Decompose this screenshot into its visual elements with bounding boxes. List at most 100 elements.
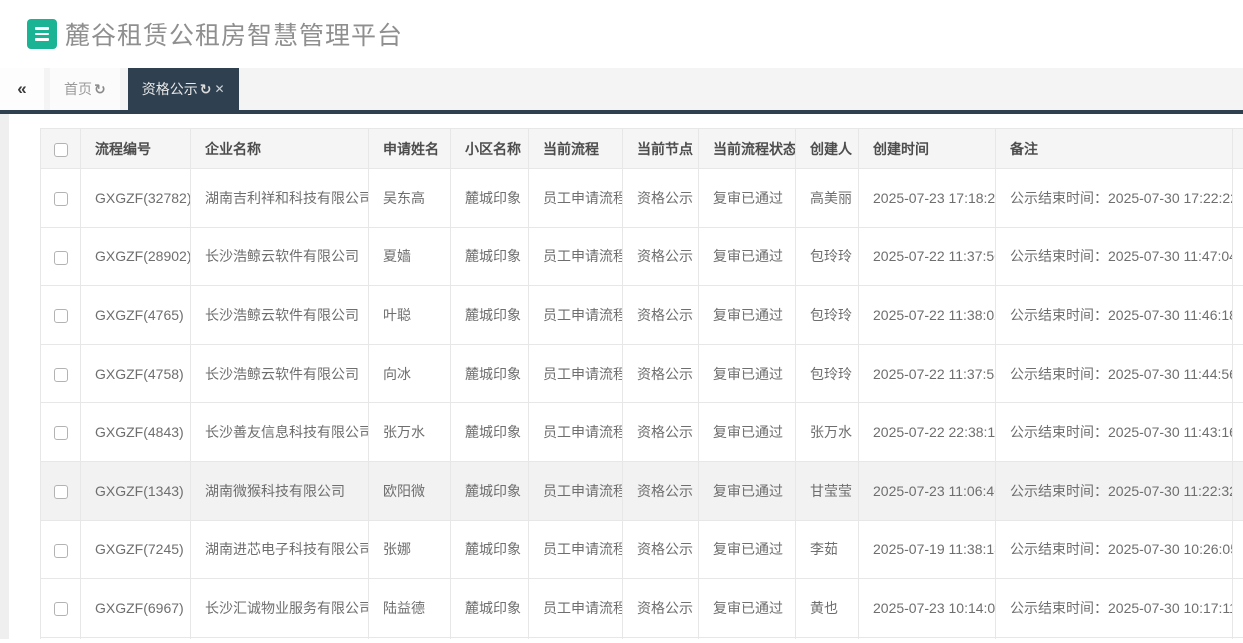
row-checkbox[interactable] [53, 426, 68, 441]
cell-empty [450, 636, 529, 639]
tab-qualification-publicity[interactable]: 资格公示 ↻ ✕ [127, 68, 239, 110]
cell-company: 长沙善友信息科技有限公司 [190, 402, 369, 462]
row-checkbox[interactable] [53, 543, 68, 558]
row-select-cell [40, 460, 81, 521]
cell-empty [795, 636, 859, 639]
cell-process: 员工申请流程 [528, 578, 623, 638]
cell-created: 2025-07-19 11:38:13 [858, 519, 996, 580]
cell-community: 麓城印象 [450, 285, 529, 345]
cell-process: 员工申请流程 [528, 460, 623, 521]
data-table-container: 流程编号 企业名称 申请姓名 小区名称 当前流程 当前节点 当前流程状态 创建人 创建时间 备注 … [40, 128, 1243, 639]
cell-empty [528, 636, 623, 639]
cell-empty [190, 636, 369, 639]
cell-applicant: 陆益德 [368, 578, 451, 638]
cell-cutoff [1232, 226, 1243, 287]
cell-creator: 张万水 [795, 402, 859, 462]
double-chevron-left-icon[interactable]: « [0, 68, 44, 110]
cell-process: 员工申请流程 [528, 519, 623, 580]
column-header-cutoff [1232, 128, 1243, 169]
table-row[interactable]: GXGZF(4843) 长沙善友信息科技有限公司 张万水 麓城印象 员工申请流程 资格公示… [40, 402, 1243, 462]
cell-process: 员工申请流程 [528, 343, 623, 404]
row-checkbox[interactable] [53, 484, 68, 499]
cell-cutoff [1232, 460, 1243, 521]
cell-node: 资格公示 [622, 460, 699, 521]
cell-node: 资格公示 [622, 285, 699, 345]
cell-node: 资格公示 [622, 578, 699, 638]
table-row[interactable]: GXGZF(4765) 长沙浩鲸云软件有限公司 叶聪 麓城印象 员工申请流程 资格公示 复审… [40, 285, 1243, 345]
refresh-icon[interactable]: ↻ [94, 81, 106, 98]
cell-community: 麓城印象 [450, 578, 529, 638]
cell-node: 资格公示 [622, 519, 699, 580]
cell-status: 复审已通过 [698, 578, 796, 638]
column-header: 小区名称 [450, 128, 529, 169]
cell-id: GXGZF(1343) [80, 460, 191, 521]
row-select-cell [40, 578, 81, 638]
select-all-checkbox[interactable] [53, 142, 68, 157]
hamburger-icon [35, 32, 49, 36]
table-row[interactable]: GXGZF(6967) 长沙汇诚物业服务有限公司 陆益德 麓城印象 员工申请流程 资格公示… [40, 578, 1243, 638]
table-header-row: 流程编号 企业名称 申请姓名 小区名称 当前流程 当前节点 当前流程状态 创建人 创建时间 备注 [40, 128, 1243, 169]
row-checkbox[interactable] [53, 191, 68, 206]
row-checkbox[interactable] [53, 602, 68, 617]
cell-process: 员工申请流程 [528, 226, 623, 287]
refresh-icon[interactable]: ↻ [200, 81, 212, 98]
row-select-cell [40, 168, 81, 228]
column-header: 创建人 [795, 128, 859, 169]
cell-company: 湖南微猴科技有限公司 [190, 460, 369, 521]
cell-created: 2025-07-23 10:14:07 [858, 578, 996, 638]
cell-creator: 黄也 [795, 578, 859, 638]
cell-community: 麓城印象 [450, 226, 529, 287]
table-row[interactable]: GXGZF(4758) 长沙浩鲸云软件有限公司 向冰 麓城印象 员工申请流程 资格公示 复审… [40, 343, 1243, 404]
cell-empty [995, 636, 1233, 639]
cell-empty [698, 636, 796, 639]
row-select-cell [40, 343, 81, 404]
cell-company: 长沙汇诚物业服务有限公司 [190, 578, 369, 638]
cell-applicant: 向冰 [368, 343, 451, 404]
cell-created: 2025-07-22 22:38:16 [858, 402, 996, 462]
cell-empty [80, 636, 191, 639]
table-row[interactable]: GXGZF(1343) 湖南微猴科技有限公司 欧阳微 麓城印象 员工申请流程 资格公示 复审… [40, 460, 1243, 521]
hamburger-icon [35, 27, 49, 30]
column-header: 申请姓名 [368, 128, 451, 169]
cell-created: 2025-07-23 11:06:46 [858, 460, 996, 521]
row-select-cell [40, 402, 81, 462]
cell-creator: 包玲玲 [795, 285, 859, 345]
cell-creator: 高美丽 [795, 168, 859, 228]
tab-home[interactable]: 首页 ↻ [50, 68, 120, 110]
cell-remark: 公示结束时间：2025-07-30 10:26:05 [995, 519, 1233, 580]
tab-bar: « 首页 ↻ 资格公示 ↻ ✕ [0, 68, 1243, 114]
cell-applicant: 欧阳微 [368, 460, 451, 521]
app-header: 麓谷租赁公租房智慧管理平台 [0, 0, 1243, 68]
hamburger-icon [35, 38, 49, 41]
cell-applicant: 叶聪 [368, 285, 451, 345]
table-row[interactable]: GXGZF(32782) 湖南吉利祥和科技有限公司 吴东高 麓城印象 员工申请流程 资格公… [40, 168, 1243, 228]
cell-community: 麓城印象 [450, 402, 529, 462]
cell-id: GXGZF(6967) [80, 578, 191, 638]
row-checkbox[interactable] [53, 250, 68, 265]
cell-applicant: 吴东高 [368, 168, 451, 228]
cell-creator: 李茹 [795, 519, 859, 580]
cell-company: 长沙浩鲸云软件有限公司 [190, 226, 369, 287]
cell-remark: 公示结束时间：2025-07-30 11:47:04 [995, 226, 1233, 287]
content-area: 流程编号 企业名称 申请姓名 小区名称 当前流程 当前节点 当前流程状态 创建人 创建时间 备注 … [0, 114, 1243, 639]
cell-remark: 公示结束时间：2025-07-30 11:46:18 [995, 285, 1233, 345]
cell-status: 复审已通过 [698, 460, 796, 521]
table-row[interactable]: GXGZF(28902) 长沙浩鲸云软件有限公司 夏嫱 麓城印象 员工申请流程 资格公示复… [40, 226, 1243, 287]
cell-id: GXGZF(4843) [80, 402, 191, 462]
cell-company: 长沙浩鲸云软件有限公司 [190, 343, 369, 404]
cell-empty [1232, 636, 1243, 639]
column-header: 当前流程 [528, 128, 623, 169]
cell-cutoff [1232, 168, 1243, 228]
row-checkbox[interactable] [53, 367, 68, 382]
cell-process: 员工申请流程 [528, 285, 623, 345]
table-row[interactable]: GXGZF(7245) 湖南进芯电子科技有限公司 张娜 麓城印象 员工申请流程 资格公示复… [40, 519, 1243, 580]
cell-company: 长沙浩鲸云软件有限公司 [190, 285, 369, 345]
cell-community: 麓城印象 [450, 168, 529, 228]
cell-node: 资格公示 [622, 226, 699, 287]
tab-label: 首页 [64, 81, 92, 97]
close-icon[interactable]: ✕ [214, 82, 224, 96]
hamburger-menu-button[interactable] [27, 19, 57, 49]
row-checkbox[interactable] [53, 309, 68, 324]
cell-empty [40, 636, 81, 639]
cell-status: 复审已通过 [698, 343, 796, 404]
